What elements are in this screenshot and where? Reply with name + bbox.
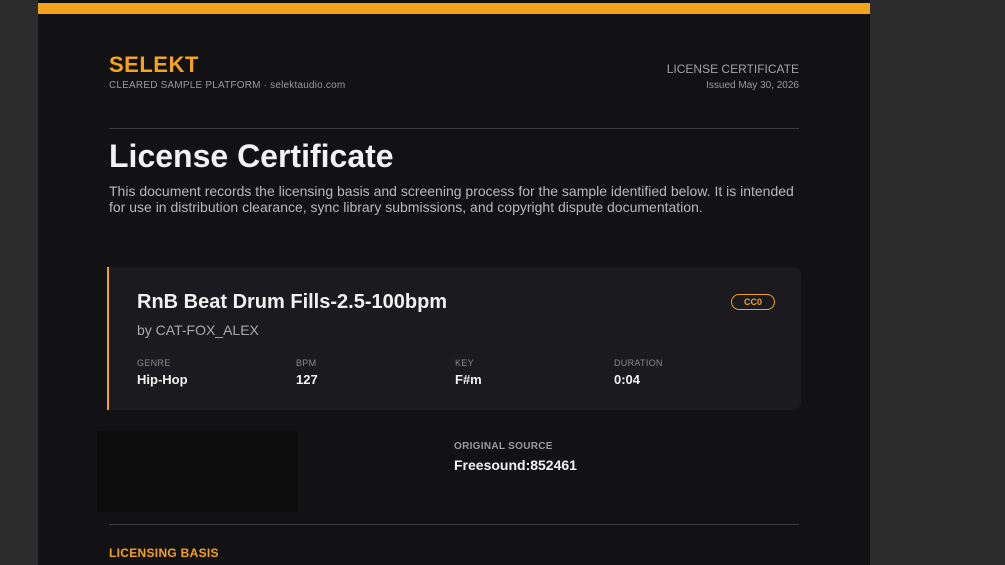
- meta-value: F#m: [455, 372, 482, 387]
- accent-bar: [38, 3, 870, 14]
- meta-value: Hip-Hop: [137, 372, 188, 387]
- certificate-page: SELEKT CLEARED SAMPLE PLATFORM · selekta…: [38, 0, 870, 565]
- page-title: License Certificate: [109, 138, 394, 174]
- meta-value: 0:04: [614, 372, 641, 387]
- meta-duration: DURATION 0:04: [614, 358, 663, 387]
- brand-subtitle: CLEARED SAMPLE PLATFORM · selektaudio.co…: [109, 80, 346, 91]
- source-label: ORIGINAL SOURCE: [454, 441, 553, 452]
- meta-genre: GENRE Hip-Hop: [137, 358, 188, 387]
- waveform-image: [97, 431, 298, 512]
- document-type-label: LICENSE CERTIFICATE: [666, 62, 799, 76]
- sample-artist: by CAT-FOX_ALEX: [137, 322, 259, 338]
- page-description: This document records the licensing basi…: [109, 183, 794, 215]
- section-divider: [109, 524, 799, 525]
- section-heading-licensing-basis: LICENSING BASIS: [109, 546, 219, 560]
- source-value: Freesound:852461: [454, 457, 577, 473]
- meta-label: DURATION: [614, 358, 663, 368]
- meta-label: KEY: [455, 358, 474, 368]
- original-source: ORIGINAL SOURCE Freesound:852461: [454, 441, 577, 473]
- meta-label: BPM: [296, 358, 317, 368]
- meta-label: GENRE: [137, 358, 171, 368]
- sample-card: RnB Beat Drum Fills-2.5-100bpm by CAT-FO…: [107, 267, 801, 410]
- issued-date: Issued May 30, 2026: [706, 80, 799, 91]
- meta-value: 127: [296, 372, 318, 387]
- sample-title: RnB Beat Drum Fills-2.5-100bpm: [137, 291, 448, 313]
- header-divider: [109, 128, 799, 129]
- meta-bpm: BPM 127: [296, 358, 318, 387]
- meta-key: KEY F#m: [455, 358, 482, 387]
- brand-logo: SELEKT: [109, 52, 199, 77]
- license-badge: CC0: [731, 294, 775, 310]
